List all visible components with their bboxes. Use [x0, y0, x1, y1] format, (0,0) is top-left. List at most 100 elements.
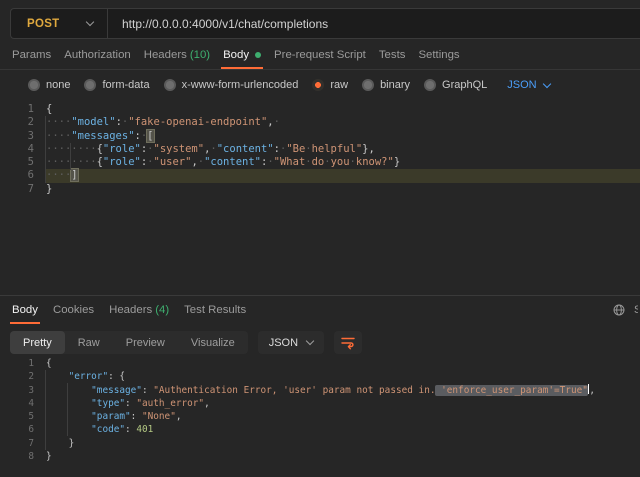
wrap-text-button[interactable]	[334, 331, 362, 354]
body-mode-form-data[interactable]: form-data	[84, 79, 149, 91]
body-mode-x-www-form-urlencoded[interactable]: x-www-form-urlencoded	[164, 79, 299, 91]
code-token	[46, 398, 91, 409]
request-tab-headers[interactable]: Headers(10)	[144, 40, 210, 69]
method-dropdown[interactable]: POST	[11, 9, 107, 38]
mode-label: raw	[330, 79, 348, 91]
chevron-down-icon	[86, 18, 94, 26]
code-line-6[interactable]: 6 "code": 401	[0, 423, 640, 436]
code-token: you	[331, 156, 350, 168]
chevron-down-icon	[542, 79, 550, 87]
code-line-7[interactable]: 7}	[0, 183, 640, 196]
request-url-bar: POST http://0.0.0.0:4000/v1/chat/complet…	[10, 8, 640, 39]
code-token: ]	[71, 169, 77, 181]
view-preview[interactable]: Preview	[113, 331, 178, 354]
line-number: 2	[0, 370, 34, 383]
code-token: },	[362, 143, 375, 155]
line-content: }	[46, 183, 640, 196]
body-mode-binary[interactable]: binary	[362, 79, 410, 91]
request-tab-tests[interactable]: Tests	[379, 40, 406, 69]
line-content: "code": 401	[46, 423, 640, 436]
active-tab-underline	[10, 322, 40, 324]
code-token: "None"	[142, 411, 176, 422]
line-number: 8	[0, 450, 34, 463]
body-mode-row: none form-data x-www-form-urlencoded raw bin…	[0, 71, 640, 99]
code-line-2[interactable]: 2····"model":·"fake-openai-endpoint",·	[0, 116, 640, 129]
response-body-editor[interactable]: 1{2 "error": {3 "message": "Authenticati…	[0, 356, 640, 477]
request-tab-authorization[interactable]: Authorization	[64, 40, 131, 69]
line-content: {	[46, 103, 640, 116]
code-token: "message"	[91, 385, 142, 396]
url-input[interactable]: http://0.0.0.0:4000/v1/chat/completions	[122, 17, 328, 31]
code-token: know?"	[356, 156, 394, 168]
code-line-4[interactable]: 4 "type": "auth_error",	[0, 397, 640, 410]
line-content: ········{"role":·"system",·"content":·"B…	[46, 143, 640, 156]
request-tab-pre-request-script[interactable]: Pre-request Script	[274, 40, 366, 69]
code-token: 401	[136, 424, 153, 435]
code-token	[46, 371, 69, 382]
code-token: [	[147, 130, 153, 142]
code-token: "fake-openai-endpoint"	[128, 116, 267, 128]
code-line-7[interactable]: 7 }	[0, 437, 640, 450]
globe-icon[interactable]	[612, 303, 626, 317]
view-pretty[interactable]: Pretty	[10, 331, 65, 354]
code-line-3[interactable]: 3 "message": "Authentication Error, 'use…	[0, 384, 640, 397]
indent-guide	[70, 143, 71, 170]
line-number: 7	[0, 437, 34, 450]
body-mode-none[interactable]: none	[28, 79, 70, 91]
code-line-4[interactable]: 4 ········{"role":·"system",·"content":·"…	[0, 143, 640, 156]
code-token: ,	[589, 385, 595, 396]
response-tab-test-results[interactable]: Test Results	[184, 296, 246, 324]
response-tab-cookies[interactable]: Cookies	[53, 296, 94, 324]
body-mode-graphql[interactable]: GraphQL	[424, 79, 487, 91]
format-dropdown[interactable]: JSON	[258, 331, 324, 354]
unsaved-changes-dot-icon	[255, 52, 261, 58]
request-body-editor[interactable]: 1{2····"model":·"fake-openai-endpoint",·…	[0, 99, 640, 295]
tab-label: Headers	[144, 49, 187, 61]
format-label: JSON	[269, 337, 298, 349]
line-number: 3	[0, 384, 34, 397]
view-raw[interactable]: Raw	[65, 331, 113, 354]
mode-label: none	[46, 79, 70, 91]
code-line-2[interactable]: 2 "error": {	[0, 370, 640, 383]
response-tab-headers[interactable]: Headers(4)	[109, 296, 169, 324]
code-line-5[interactable]: 5 "param": "None",	[0, 410, 640, 423]
radio-icon	[424, 79, 436, 91]
code-line-1[interactable]: 1{	[0, 357, 640, 370]
view-visualize[interactable]: Visualize	[178, 331, 248, 354]
request-tab-body[interactable]: Body	[223, 40, 261, 69]
line-number: 4	[0, 397, 34, 410]
code-line-8[interactable]: 8}	[0, 450, 640, 463]
line-content: ········{"role":·"user",·"content":·"Wha…	[46, 156, 640, 169]
code-token: "What	[274, 156, 306, 168]
language-label: JSON	[507, 79, 536, 91]
response-tab-body[interactable]: Body	[12, 296, 38, 324]
response-tabs-right: S	[612, 296, 640, 324]
code-token: "role"	[103, 143, 141, 155]
code-token: "Authentication Error, 'user' param not …	[153, 385, 435, 396]
code-token: :	[125, 398, 136, 409]
radio-icon	[28, 79, 40, 91]
view-switcher: PrettyRawPreviewVisualize	[10, 331, 248, 354]
method-label: POST	[27, 18, 60, 30]
radio-icon	[362, 79, 374, 91]
request-tab-settings[interactable]: Settings	[418, 40, 459, 69]
code-token: }	[46, 451, 52, 462]
line-number: 4	[0, 143, 34, 156]
tab-label: Headers	[109, 304, 152, 316]
code-line-5[interactable]: 5········{"role":·"user",·"content":·"Wh…	[0, 156, 640, 169]
code-line-6[interactable]: 6····]	[0, 169, 640, 182]
line-content: ····"model":·"fake-openai-endpoint",·	[46, 116, 640, 129]
code-line-1[interactable]: 1{	[0, 103, 640, 116]
code-token: :	[142, 385, 153, 396]
code-token: ········	[46, 143, 97, 155]
request-tab-params[interactable]: Params	[12, 40, 51, 69]
chevron-down-icon	[306, 337, 314, 345]
code-token	[46, 411, 91, 422]
code-line-3[interactable]: 3····"messages":·[	[0, 130, 640, 143]
code-token: : {	[108, 371, 125, 382]
line-content: "param": "None",	[46, 410, 640, 423]
body-mode-raw[interactable]: raw	[312, 79, 348, 91]
code-token: helpful"	[312, 143, 363, 155]
language-dropdown[interactable]: JSON	[507, 79, 549, 91]
tab-label: Cookies	[53, 304, 94, 316]
